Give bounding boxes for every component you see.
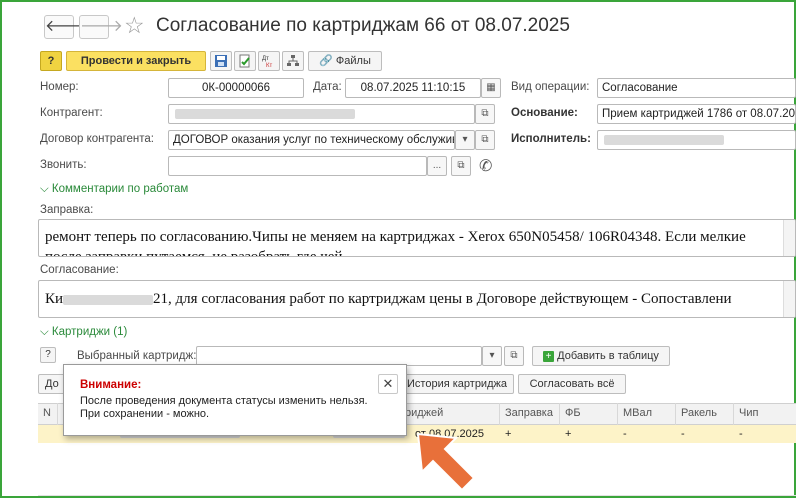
- row-refill-cell: +: [505, 428, 512, 440]
- refill-textarea[interactable]: ремонт теперь по согласованию.Чипы не ме…: [38, 219, 796, 257]
- files-button[interactable]: 🔗 Файлы: [308, 51, 382, 71]
- counterparty-label: Контрагент:: [40, 107, 103, 119]
- approval-label: Согласование:: [40, 264, 119, 276]
- executor-label: Исполнитель:: [511, 133, 591, 145]
- date-field[interactable]: 08.07.2025 11:10:15: [345, 78, 481, 98]
- selected-cartridge-label: Выбранный картридж:: [77, 350, 197, 362]
- counterparty-field[interactable]: [168, 104, 475, 124]
- help-button[interactable]: ?: [40, 51, 62, 71]
- selected-cartridge-field[interactable]: [196, 346, 482, 366]
- cartridges-section-toggle[interactable]: ⌵ Картриджи (1): [40, 326, 127, 339]
- chevron-down-icon: ▾: [489, 350, 495, 361]
- open-icon: ⧉: [510, 350, 518, 361]
- calendar-button[interactable]: ▦: [481, 78, 501, 98]
- number-label: Номер:: [40, 81, 79, 93]
- open-icon: ⧉: [481, 108, 489, 119]
- refill-scrollbar[interactable]: [783, 220, 795, 256]
- open-icon: ⧉: [457, 160, 465, 171]
- column-n[interactable]: N: [38, 403, 58, 425]
- call-field[interactable]: [168, 156, 427, 176]
- cartridges-help-button[interactable]: ?: [40, 347, 56, 363]
- arrow-right-icon: 🡒: [80, 18, 123, 35]
- redacted-executor: [604, 135, 724, 145]
- approval-text-prefix: Ки: [45, 291, 64, 307]
- annotation-arrow-icon: [416, 432, 476, 492]
- contract-open-button[interactable]: ⧉: [475, 130, 495, 150]
- chevron-down-icon: ⌵: [40, 326, 49, 338]
- approval-scrollbar[interactable]: [783, 281, 795, 317]
- popup-message-line2: При сохранении - можно.: [80, 408, 210, 420]
- approve-all-button[interactable]: Согласовать всё: [518, 374, 626, 394]
- executor-field[interactable]: [597, 130, 796, 150]
- add-icon: +: [543, 350, 555, 362]
- page-title: Согласование по картриджам 66 от 08.07.2…: [156, 15, 570, 36]
- contract-field[interactable]: ДОГОВОР оказания услуг по техническому о…: [168, 130, 455, 150]
- popup-close-button[interactable]: ✕: [378, 374, 398, 394]
- call-open-button[interactable]: ⧉: [451, 156, 471, 176]
- comments-section-toggle[interactable]: ⌵ Комментарии по работам: [40, 183, 188, 196]
- column-mval[interactable]: МВал: [618, 403, 676, 425]
- save-icon: [215, 55, 227, 67]
- post-document-button[interactable]: [234, 51, 256, 71]
- paperclip-icon: 🔗: [319, 55, 333, 67]
- chevron-down-icon: ▾: [462, 134, 468, 145]
- contract-dropdown-button[interactable]: ▾: [455, 130, 475, 150]
- row-rakel-cell: -: [681, 428, 685, 440]
- open-icon: ⧉: [481, 134, 489, 145]
- redacted-approval: [63, 294, 154, 305]
- refill-text-line1: ремонт теперь по согласованию.Чипы не ме…: [45, 229, 746, 245]
- contract-label: Договор контрагента:: [40, 133, 155, 145]
- add-to-table-button[interactable]: + Добавить в таблицу: [532, 346, 670, 366]
- column-rakel[interactable]: Ракель: [676, 403, 734, 425]
- print-button[interactable]: [282, 51, 304, 71]
- date-label: Дата:: [313, 81, 342, 93]
- counterparty-open-button[interactable]: ⧉: [475, 104, 495, 124]
- row-mval-cell: -: [623, 428, 627, 440]
- favorite-star-icon[interactable]: ☆: [124, 12, 145, 39]
- redacted-counterparty: [175, 109, 355, 119]
- call-label: Звонить:: [40, 159, 87, 171]
- post-and-close-button[interactable]: Провести и закрыть: [66, 51, 206, 71]
- operation-field[interactable]: Согласование: [597, 78, 796, 98]
- column-refill[interactable]: Заправка: [500, 403, 560, 425]
- chevron-down-icon: ⌵: [40, 183, 49, 195]
- popup-title: Внимание:: [80, 379, 142, 391]
- debit-credit-icon: ДтКт: [262, 56, 272, 69]
- calendar-icon: ▦: [486, 82, 496, 93]
- refill-text-line2: после заправки путаемся, не разобрать гд…: [45, 249, 347, 257]
- dots-icon: ...: [432, 160, 442, 171]
- debit-credit-button[interactable]: Дт Кт: [258, 51, 280, 71]
- close-icon: ✕: [382, 376, 394, 391]
- refill-label: Заправка:: [40, 204, 94, 216]
- cartridge-history-button[interactable]: История картриджа: [400, 374, 514, 394]
- cartridge-dropdown-button[interactable]: ▾: [482, 346, 502, 366]
- row-chip-cell: -: [739, 428, 743, 440]
- basis-label: Основание:: [511, 107, 578, 119]
- save-button[interactable]: [210, 51, 232, 71]
- number-field[interactable]: 0К-00000066: [168, 78, 304, 98]
- document-structure-icon: [287, 55, 299, 66]
- approval-text-suffix: 21, для согласования работ по картриджам…: [153, 291, 732, 307]
- cartridge-open-button[interactable]: ⧉: [504, 346, 524, 366]
- approval-textarea[interactable]: Ки 21, для согласования работ по картридж…: [38, 280, 796, 318]
- svg-text:Кт: Кт: [266, 63, 272, 68]
- row-fb-cell: +: [565, 428, 572, 440]
- call-select-button[interactable]: ...: [427, 156, 447, 176]
- forward-button[interactable]: 🡒: [79, 15, 123, 39]
- column-fb[interactable]: ФБ: [560, 403, 618, 425]
- phone-icon[interactable]: ✆: [479, 156, 492, 176]
- operation-label: Вид операции:: [511, 81, 590, 93]
- svg-text:Дт: Дт: [262, 56, 269, 62]
- column-chip[interactable]: Чип: [734, 403, 796, 425]
- post-document-icon: [239, 54, 250, 68]
- popup-message-line1: После проведения документа статусы измен…: [80, 395, 368, 407]
- column-cartridge[interactable]: риджей: [400, 403, 500, 425]
- warning-popup: Внимание: После проведения документа ста…: [63, 364, 407, 436]
- basis-field[interactable]: Прием картриджей 1786 от 08.07.2025: [597, 104, 796, 124]
- back-button[interactable]: 🡐: [44, 15, 88, 39]
